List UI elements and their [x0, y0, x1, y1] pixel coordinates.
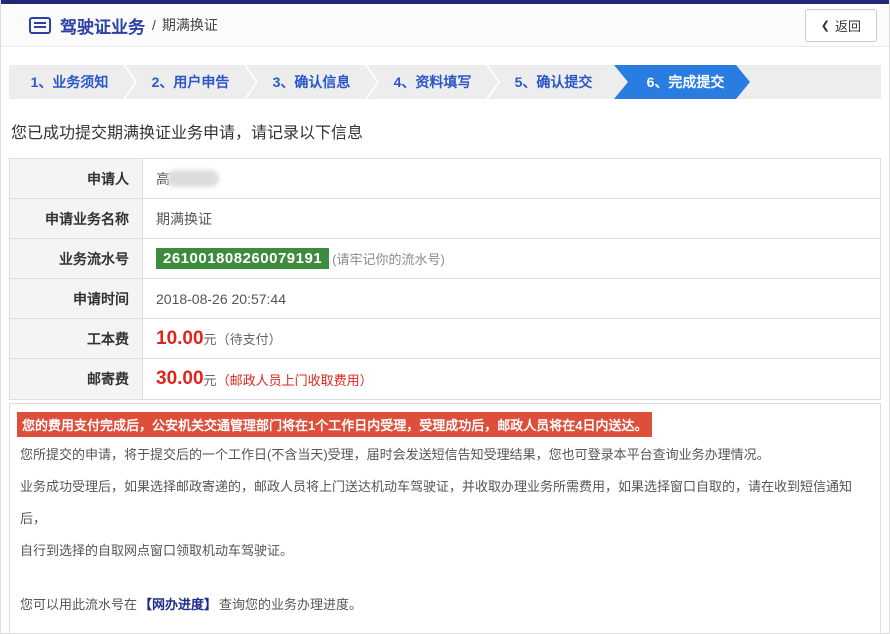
- table-row-business-name: 申请业务名称 期满换证: [10, 199, 880, 239]
- step-1-business-notice: 1、业务须知: [9, 65, 130, 99]
- row-value: 高: [143, 159, 880, 198]
- breadcrumb: / 期满换证: [152, 15, 218, 35]
- page-container: 驾驶证业务 / 期满换证 ❮ 返回 1、业务须知 2、用户申告 3、确认信息 4、…: [0, 0, 890, 634]
- fee-note: （邮政人员上门收取费用）: [217, 370, 373, 389]
- notice-paragraph: 您所提交的申请，将于提交后的一个工作日(不含当天)受理，届时会发送短信告知受理结…: [16, 439, 870, 471]
- row-label: 申请业务名称: [10, 199, 143, 238]
- table-row-postage-fee: 邮寄费 30.00 元 （邮政人员上门收取费用）: [10, 359, 880, 399]
- notice-box: 您的费用支付完成后，公安机关交通管理部门将在1个工作日内受理，受理成功后，邮政人…: [9, 403, 881, 634]
- row-value: 10.00 元 （待支付）: [143, 319, 880, 358]
- table-row-apply-time: 申请时间 2018-08-26 20:57:44: [10, 279, 880, 319]
- table-row-production-fee: 工本费 10.00 元 （待支付）: [10, 319, 880, 359]
- fee-amount: 10.00: [156, 328, 204, 350]
- step-2-user-declaration: 2、用户申告: [130, 65, 251, 99]
- progress-menu-reference: 【网办进度】: [139, 597, 217, 612]
- notice-paragraph: 业务成功受理后，如果选择邮政寄递的，邮政人员将上门送达机动车驾驶证，并收取办理业…: [16, 471, 870, 535]
- breadcrumb-current: 期满换证: [162, 17, 218, 33]
- table-row-serial-number: 业务流水号 261001808260079191 (请牢记你的流水号): [10, 239, 880, 279]
- step-3-confirm-info: 3、确认信息: [251, 65, 372, 99]
- row-label: 申请时间: [10, 279, 143, 318]
- row-label: 业务流水号: [10, 239, 143, 278]
- info-table: 申请人 高 申请业务名称 期满换证 业务流水号 2610018082600791…: [9, 158, 881, 400]
- notice-paragraph: 自行到选择的自取网点窗口领取机动车驾驶证。: [16, 535, 870, 567]
- chevron-left-icon: ❮: [821, 19, 830, 32]
- steps-bar: 1、业务须知 2、用户申告 3、确认信息 4、资料填写 5、确认提交 6、完成提…: [9, 65, 881, 99]
- serial-number-badge: 261001808260079191: [156, 248, 329, 269]
- row-label: 工本费: [10, 319, 143, 358]
- page-header: 驾驶证业务 / 期满换证 ❮ 返回: [1, 4, 889, 47]
- fee-unit: 元: [204, 370, 217, 389]
- list-icon: [29, 17, 51, 34]
- progress-hint-prefix: 您可以用此流水号在: [20, 597, 137, 612]
- breadcrumb-separator: /: [152, 17, 156, 33]
- progress-hint-suffix: 查询您的业务办理进度。: [219, 597, 362, 612]
- table-row-applicant: 申请人 高: [10, 159, 880, 199]
- row-value: 2018-08-26 20:57:44: [143, 279, 880, 318]
- back-button-top[interactable]: ❮ 返回: [805, 9, 877, 42]
- row-label: 申请人: [10, 159, 143, 198]
- row-label: 邮寄费: [10, 359, 143, 399]
- fee-note: （待支付）: [217, 329, 282, 348]
- fee-amount: 30.00: [156, 368, 204, 390]
- step-6-complete-submit: 6、完成提交: [614, 65, 750, 99]
- payment-warning-banner: 您的费用支付完成后，公安机关交通管理部门将在1个工作日内受理，受理成功后，邮政人…: [17, 412, 652, 437]
- step-5-confirm-submit: 5、确认提交: [493, 65, 614, 99]
- fee-unit: 元: [204, 329, 217, 348]
- back-button-label: 返回: [835, 16, 861, 35]
- row-value: 261001808260079191 (请牢记你的流水号): [143, 239, 880, 278]
- row-value: 期满换证: [143, 199, 880, 238]
- page-title: 驾驶证业务: [60, 13, 145, 38]
- progress-hint: 您可以用此流水号在【网办进度】查询您的业务办理进度。: [16, 589, 870, 621]
- serial-note: (请牢记你的流水号): [332, 249, 445, 268]
- row-value: 30.00 元 （邮政人员上门收取费用）: [143, 359, 880, 399]
- step-4-fill-materials: 4、资料填写: [372, 65, 493, 99]
- success-message: 您已成功提交期满换证业务申请，请记录以下信息: [11, 119, 879, 143]
- masked-name-blur: [167, 170, 219, 187]
